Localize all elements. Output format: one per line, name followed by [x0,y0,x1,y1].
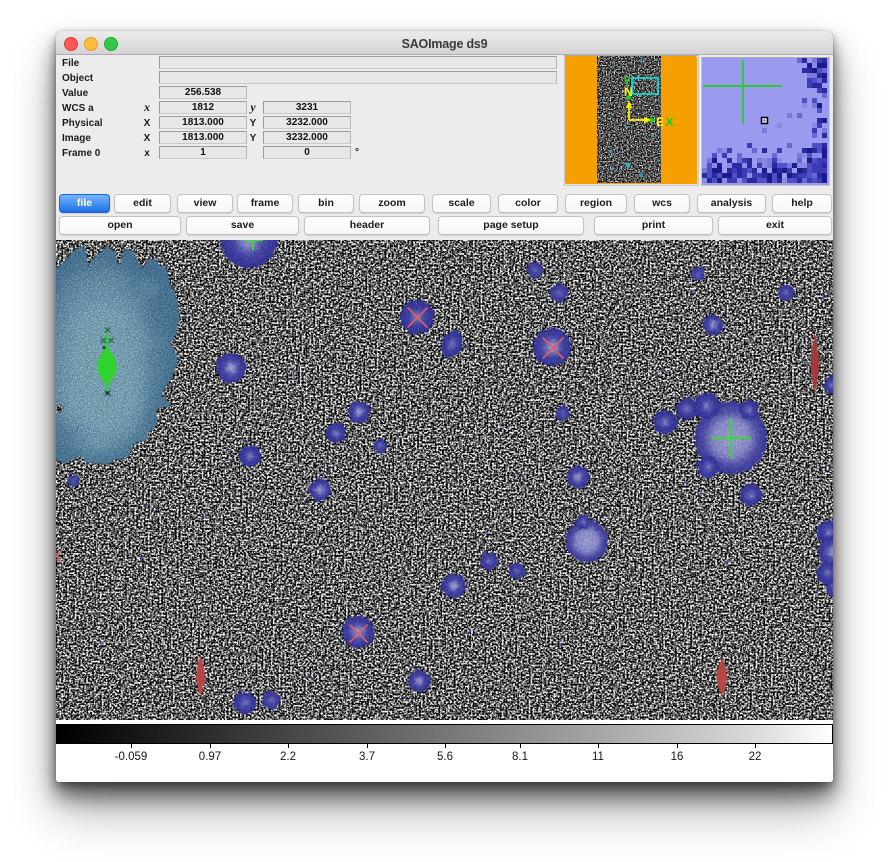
svg-text:E: E [656,115,664,129]
svg-text:X: X [666,115,674,129]
svg-text:Y: Y [623,74,631,88]
